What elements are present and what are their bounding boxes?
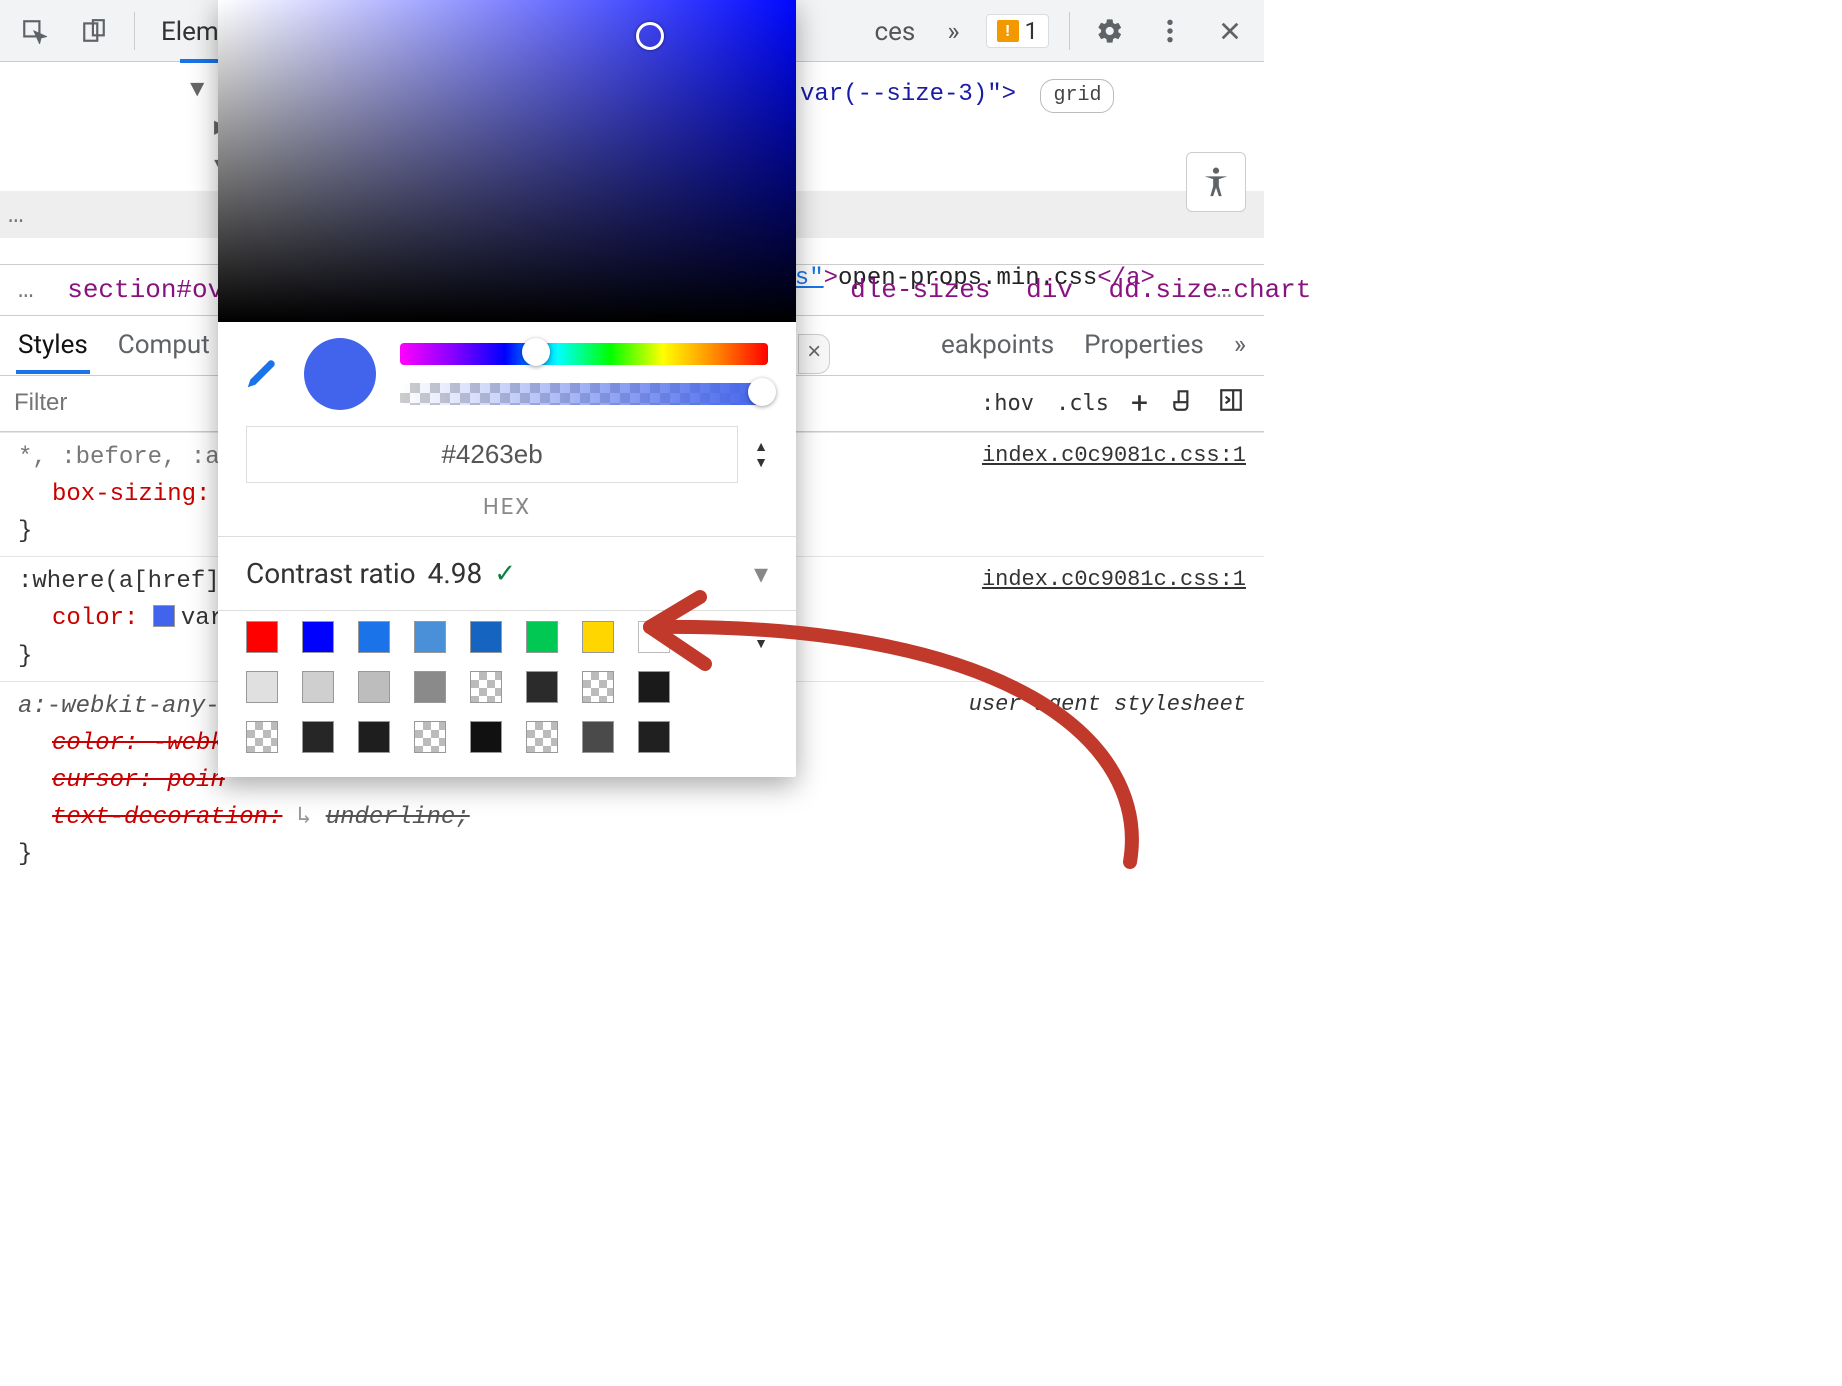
dom-line-ellipsis: … — [8, 195, 24, 237]
palette-swatch[interactable] — [358, 721, 390, 753]
palette-swatch[interactable] — [414, 621, 446, 653]
tabs-overflow[interactable]: » — [941, 3, 965, 59]
palette-swatch[interactable] — [302, 671, 334, 703]
subtabs-overflow[interactable]: » — [1234, 330, 1246, 360]
rule-source-link[interactable]: index.c0c9081c.css:1 — [982, 563, 1246, 597]
tab-properties[interactable]: Properties — [1084, 330, 1204, 360]
palette-swatch[interactable] — [246, 721, 278, 753]
tab-computed[interactable]: Comput — [118, 330, 210, 360]
palette-spinner[interactable]: ▲▼ — [754, 623, 768, 649]
tab-dom-breakpoints[interactable]: eakpoints — [941, 330, 1054, 360]
css-property-overridden[interactable]: cursor: poin — [52, 767, 225, 794]
palette-swatch[interactable] — [582, 671, 614, 703]
color-format-label: HEX — [218, 495, 796, 536]
device-toolbar-icon[interactable] — [74, 11, 114, 51]
dom-attr-fragment[interactable]: var(--size-3)"> grid — [800, 76, 1114, 114]
saturation-value-field[interactable] — [218, 0, 796, 322]
toggle-classes-button[interactable]: .cls — [1056, 391, 1109, 416]
disclosure-triangle-down-icon[interactable]: ▼ — [190, 72, 208, 110]
css-selector[interactable]: a:-webkit-any-l — [18, 693, 234, 720]
settings-gear-icon[interactable] — [1090, 11, 1130, 51]
grid-badge[interactable]: grid — [1040, 79, 1114, 113]
breadcrumb-item[interactable]: dle-sizes — [850, 275, 990, 305]
sv-cursor[interactable] — [636, 22, 664, 50]
close-devtools-icon[interactable] — [1210, 11, 1250, 51]
contrast-ratio-row[interactable]: Contrast ratio 4.98 ✓ ▾ — [218, 537, 796, 610]
current-color-swatch — [304, 338, 376, 410]
hue-thumb[interactable] — [522, 338, 550, 366]
palette-swatch[interactable] — [638, 671, 670, 703]
palette-swatch[interactable] — [638, 721, 670, 753]
tab-styles[interactable]: Styles — [18, 330, 88, 360]
rule-source-label: user agent stylesheet — [969, 688, 1246, 722]
palette-swatch[interactable] — [638, 621, 670, 653]
palette-swatch[interactable] — [526, 621, 558, 653]
rule-brace: } — [18, 836, 1246, 873]
palette-swatch[interactable] — [470, 671, 502, 703]
palette-swatch[interactable] — [246, 671, 278, 703]
css-selector[interactable]: :where(a[href]) — [18, 568, 234, 595]
indent-arrow-icon: ↳ — [297, 804, 311, 831]
palette-swatch[interactable] — [414, 671, 446, 703]
color-swatch-icon[interactable] — [153, 605, 175, 627]
rule-source-link[interactable]: index.c0c9081c.css:1 — [982, 439, 1246, 473]
breadcrumb-item[interactable]: div — [1026, 275, 1073, 305]
palette-swatch[interactable] — [358, 621, 390, 653]
contrast-pass-check-icon: ✓ — [494, 559, 516, 589]
new-style-rule-icon[interactable]: + — [1131, 386, 1148, 421]
hue-slider[interactable] — [400, 343, 768, 365]
palette-swatch[interactable] — [582, 621, 614, 653]
contrast-expand-icon[interactable]: ▾ — [754, 557, 768, 590]
alpha-thumb[interactable] — [748, 378, 776, 406]
eyedropper-icon[interactable] — [246, 355, 280, 394]
computed-sidebar-toggle-icon[interactable] — [1218, 387, 1244, 419]
contrast-label: Contrast ratio — [246, 557, 416, 590]
palette-swatch[interactable] — [414, 721, 446, 753]
tab-sources-fragment[interactable]: ces — [868, 3, 921, 59]
palette-swatch[interactable] — [470, 621, 502, 653]
breadcrumb-item[interactable]: section#ove — [67, 275, 239, 305]
format-spinner[interactable]: ▲▼ — [754, 442, 768, 468]
palette-swatch[interactable] — [526, 671, 558, 703]
issues-badge[interactable]: ! 1 — [986, 14, 1050, 48]
palette-swatch[interactable] — [582, 721, 614, 753]
accessibility-tree-icon[interactable] — [1186, 152, 1246, 212]
palette-swatch[interactable] — [246, 621, 278, 653]
inspect-element-icon[interactable] — [14, 11, 54, 51]
issues-count: 1 — [1025, 17, 1039, 45]
contrast-value: 4.98 — [428, 557, 483, 590]
css-value[interactable]: underline; — [326, 804, 470, 831]
css-property-overridden[interactable]: text-decoration: — [52, 804, 282, 831]
palette-swatch[interactable] — [302, 621, 334, 653]
palette-swatch[interactable] — [302, 721, 334, 753]
paint-brush-icon[interactable] — [1170, 387, 1196, 419]
palette-swatch[interactable] — [358, 671, 390, 703]
kebab-menu-icon[interactable] — [1150, 11, 1190, 51]
css-property[interactable]: box-sizing: — [52, 481, 210, 508]
palette-swatches: ▲▼ — [218, 611, 796, 777]
css-selector[interactable]: *, :before, :af — [18, 444, 234, 471]
breadcrumb-overflow-left[interactable]: … — [18, 275, 34, 305]
palette-swatch[interactable] — [470, 721, 502, 753]
alpha-slider[interactable] — [400, 383, 768, 405]
breadcrumb-item[interactable]: dd.size-chart — [1109, 275, 1312, 305]
breadcrumb-overflow-right[interactable]: … — [1216, 275, 1232, 305]
warning-icon: ! — [997, 20, 1019, 42]
dom-chip-close[interactable]: × — [798, 334, 830, 374]
css-property-overridden[interactable]: color: -webk — [52, 730, 225, 757]
css-property[interactable]: color: — [52, 605, 138, 632]
palette-swatch[interactable] — [526, 721, 558, 753]
hex-input[interactable] — [246, 426, 738, 483]
color-picker-popover: ▲▼ HEX Contrast ratio 4.98 ✓ ▾ ▲▼ — [218, 0, 796, 777]
toggle-hover-button[interactable]: :hov — [981, 391, 1034, 416]
tab-elements[interactable]: Elem — [155, 3, 225, 59]
